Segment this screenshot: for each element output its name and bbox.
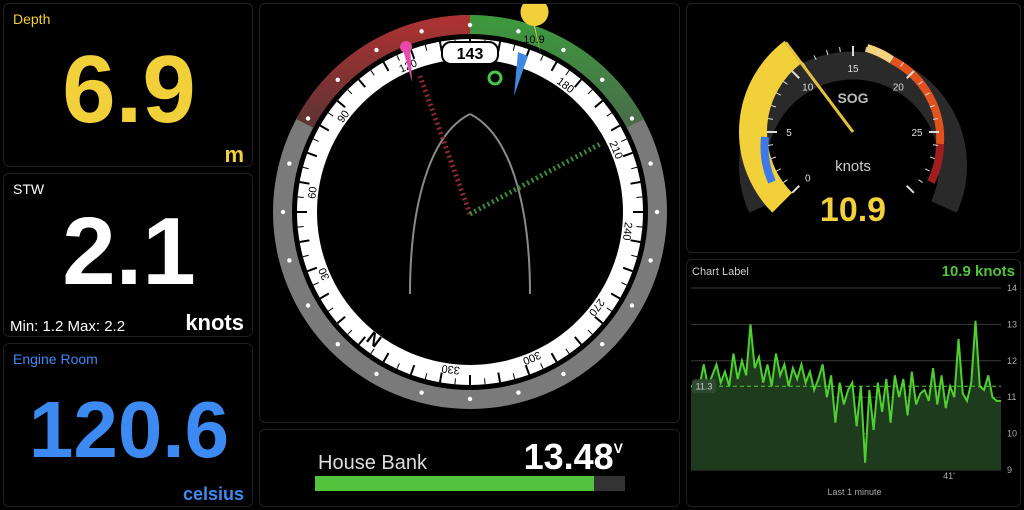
sog-tick	[906, 185, 915, 194]
compass-panel: 306090120150180210240270300330N 143 10.9	[259, 3, 680, 423]
speed-line-chart: 9 10 11 12 13 14 11.3 41'	[691, 283, 1017, 481]
compass-bezel-dot	[516, 390, 521, 395]
depth-panel: Depth 6.9 m	[3, 3, 253, 167]
chart-ytick-label: 14	[1007, 283, 1017, 293]
sog-tick	[825, 50, 829, 56]
stw-minmax: Min: 1.2 Max: 2.2	[10, 318, 126, 335]
battery-bar-fill	[315, 476, 594, 491]
heading-readout: 143	[457, 46, 484, 63]
sog-unit: knots	[835, 158, 871, 175]
sog-tick	[924, 168, 930, 172]
stw-value: 2.1	[62, 198, 196, 305]
sog-tick-label: 10	[802, 83, 814, 94]
sog-tick-label: 20	[893, 83, 905, 94]
compass-bezel-dot	[561, 371, 566, 377]
battery-bar	[315, 476, 625, 491]
stw-unit: knots	[185, 310, 244, 335]
compass-bezel-dot	[287, 258, 292, 263]
engine-title: Engine Room	[13, 351, 98, 367]
chart-xlabel: Last 1 minute	[827, 487, 882, 497]
battery-value: 13.48	[523, 436, 614, 477]
depth-unit: m	[224, 142, 244, 167]
compass-bezel-dot	[600, 77, 605, 82]
compass-bezel-dot	[374, 47, 379, 53]
compass-bezel-dot	[419, 29, 424, 34]
sog-tick	[929, 156, 935, 160]
sog-tick	[783, 179, 788, 183]
sog-tick-label: 25	[911, 128, 923, 139]
chart-ytick-label: 9	[1007, 465, 1012, 475]
sog-gauge: 0 5 10 15 20 25 SOG knots 10.9	[739, 40, 967, 229]
speed-marker-label: 10.9	[523, 34, 544, 46]
compass-tick	[484, 378, 486, 385]
sog-tick	[771, 156, 777, 160]
sog-panel: 0 5 10 15 20 25 SOG knots 10.9	[686, 3, 1021, 253]
chart-average-label: 11.3	[696, 381, 713, 391]
stw-title: STW	[13, 181, 45, 197]
wind-marker-pink-head	[400, 41, 412, 53]
compass-bezel-dot	[600, 342, 605, 347]
compass-tick	[297, 226, 304, 228]
compass-bezel-dot	[654, 209, 660, 215]
engine-panel: Engine Room 120.6 celsius	[3, 343, 253, 507]
engine-value: 120.6	[28, 385, 230, 474]
sog-tick	[791, 185, 800, 194]
compass-tick	[297, 196, 304, 198]
sog-value: 10.9	[820, 191, 886, 229]
compass-bezel-dot	[374, 371, 379, 377]
chart-ytick-label: 11	[1007, 392, 1016, 402]
compass-bezel-dot	[467, 22, 473, 28]
sog-tick	[839, 46, 841, 53]
compass-tick	[636, 226, 643, 228]
depth-value: 6.9	[62, 36, 196, 143]
sog-tick-label: 5	[786, 128, 792, 139]
engine-unit: celsius	[182, 484, 244, 504]
compass-bezel-dot	[287, 161, 292, 166]
compass-bezel-dot	[648, 258, 653, 263]
battery-unit: V	[613, 440, 623, 456]
chart-time-tick: 41'	[943, 471, 955, 481]
battery-label: House Bank	[318, 452, 427, 474]
chart-ytick-label: 13	[1007, 319, 1017, 329]
compass-bezel-dot	[467, 396, 473, 402]
compass-tick	[454, 378, 456, 385]
battery-value-group: 13.48V	[524, 436, 623, 478]
chart-panel: Chart Label 10.9 knots 9 10 11 12 13 14 11.3 41…	[686, 259, 1021, 507]
compass-bezel-dot	[629, 303, 635, 308]
stw-panel: STW 2.1 Min: 1.2 Max: 2.2 knots	[3, 173, 253, 337]
sog-tick-label: 15	[847, 64, 859, 75]
compass-dial: 306090120150180210240270300330N 143 10.9	[273, 4, 667, 409]
sog-tick	[776, 168, 782, 172]
compass-bezel-dot	[305, 303, 311, 308]
battery-panel: House Bank 13.48V	[259, 429, 680, 507]
compass-bezel-dot	[516, 29, 521, 34]
compass-bezel-dot	[561, 47, 566, 53]
compass-label: 240	[620, 221, 634, 241]
compass-bezel-dot	[335, 342, 340, 347]
sog-label: SOG	[837, 90, 868, 106]
compass-tick	[636, 196, 643, 198]
compass-bezel-dot	[305, 116, 311, 121]
chart-ytick-label: 10	[1007, 429, 1017, 439]
compass-bezel-dot	[280, 209, 286, 215]
compass-label: 330	[441, 362, 461, 376]
compass-bezel-dot	[419, 390, 424, 395]
chart-ytick-label: 12	[1007, 356, 1017, 366]
compass-bezel-dot	[335, 77, 340, 82]
sog-tick	[918, 179, 923, 183]
compass-bezel-dot	[648, 161, 653, 166]
compass-bezel-dot	[629, 116, 635, 121]
compass-label: 60	[306, 186, 319, 200]
sog-tick-label: 0	[805, 173, 811, 184]
depth-title: Depth	[13, 11, 51, 27]
